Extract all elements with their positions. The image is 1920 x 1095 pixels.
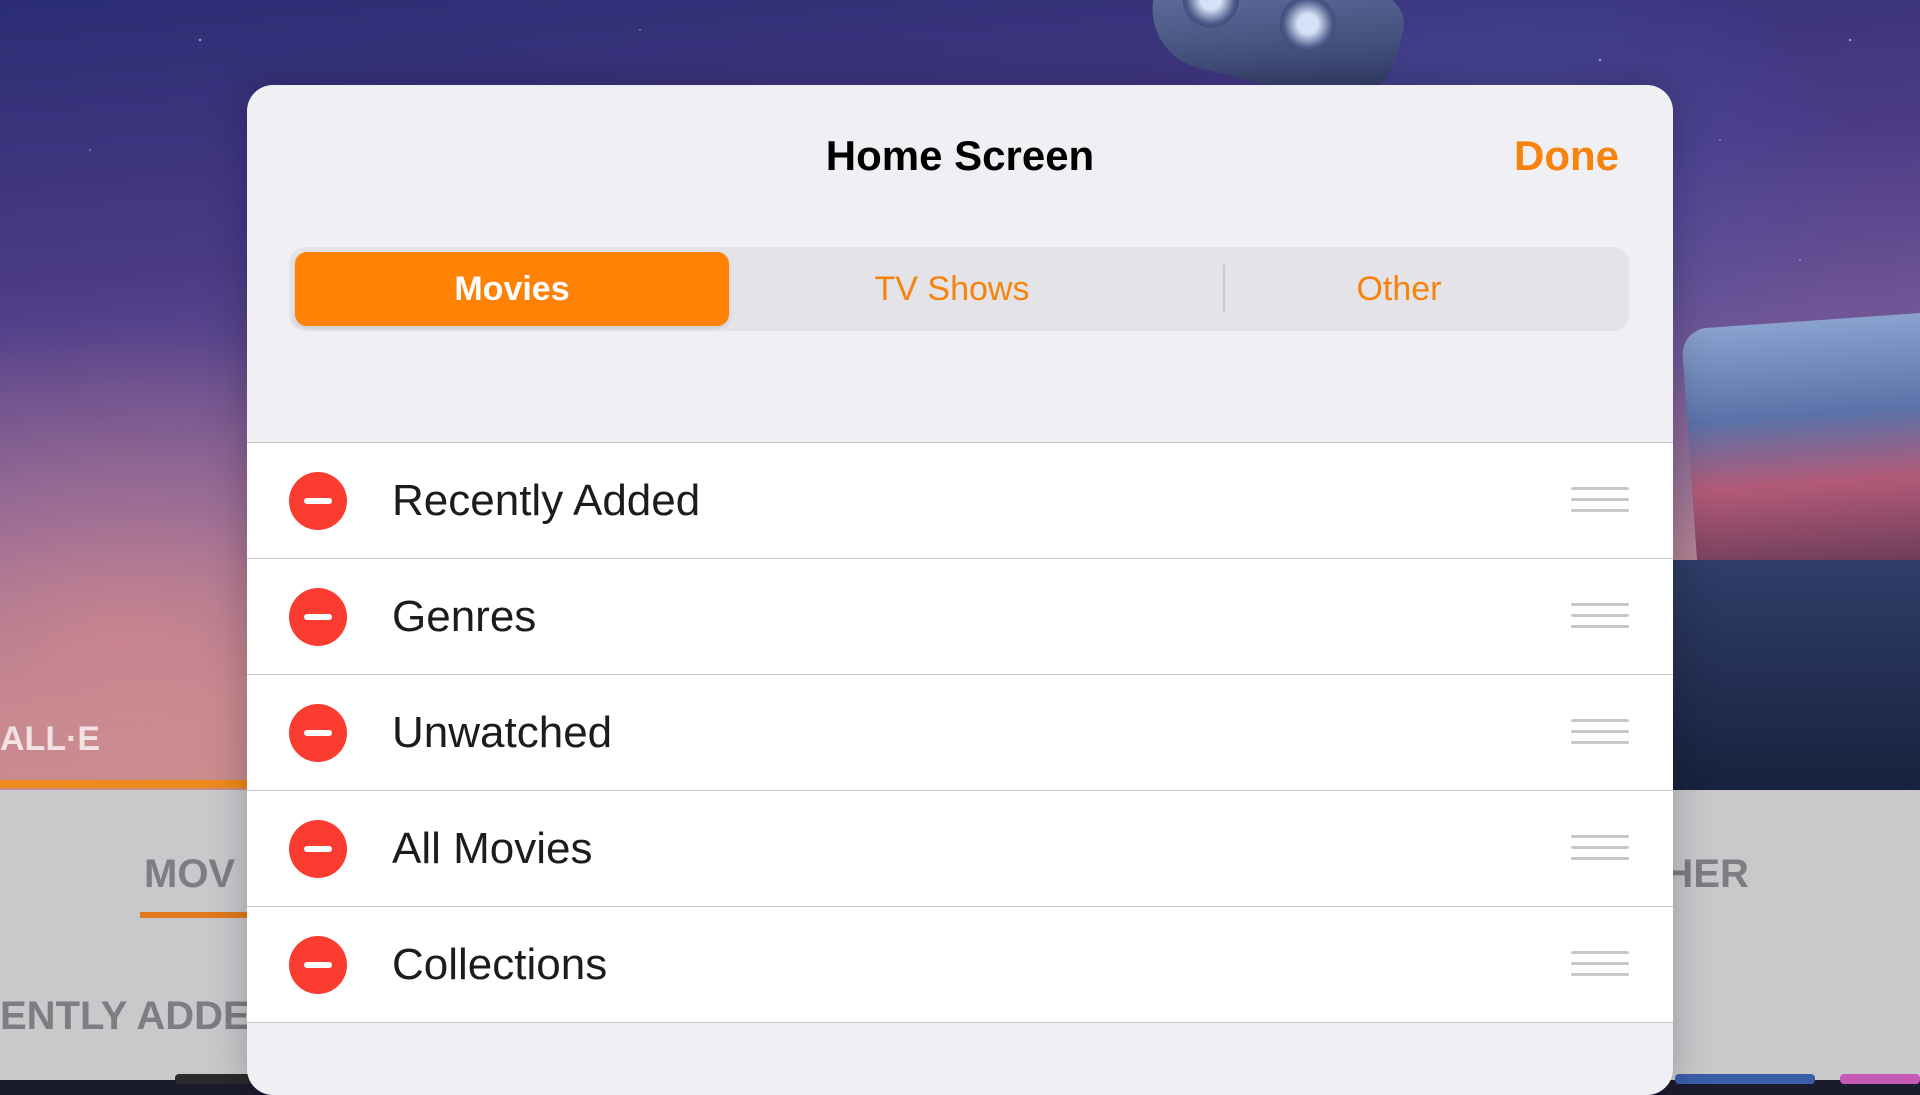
hero-progress-bar <box>0 780 260 788</box>
drag-handle-icon[interactable] <box>1571 485 1629 515</box>
segment-tv-shows[interactable]: TV Shows <box>729 252 1175 326</box>
list-item-unwatched: Unwatched <box>247 675 1673 791</box>
minus-circle-icon[interactable] <box>289 472 347 530</box>
category-segmented-control: Movies TV Shows Other <box>289 247 1629 331</box>
list-item-collections: Collections <box>247 907 1673 1023</box>
robot-body-artwork <box>1680 310 1920 600</box>
background-thumbnail[interactable] <box>1840 1074 1920 1084</box>
sheet-title: Home Screen <box>825 132 1095 179</box>
drag-handle-icon[interactable] <box>1571 833 1629 863</box>
minus-circle-icon[interactable] <box>289 820 347 878</box>
segment-other[interactable]: Other <box>1175 252 1623 326</box>
background-thumbnail[interactable] <box>1675 1074 1815 1084</box>
row-label: Recently Added <box>392 476 701 525</box>
minus-circle-icon[interactable] <box>289 704 347 762</box>
segment-movies[interactable]: Movies <box>295 252 729 326</box>
hero-rocks-artwork <box>1660 560 1920 790</box>
done-button[interactable]: Done <box>1514 132 1619 180</box>
row-label: Genres <box>392 592 537 641</box>
row-label: Collections <box>392 940 608 989</box>
background-tab-movies[interactable]: MOV <box>144 852 235 897</box>
minus-circle-icon[interactable] <box>289 936 347 994</box>
drag-handle-icon[interactable] <box>1571 949 1629 979</box>
row-label: All Movies <box>392 824 593 873</box>
drag-handle-icon[interactable] <box>1571 717 1629 747</box>
home-sections-list: Recently Added Genres Unwatched All Movi… <box>247 442 1673 1023</box>
home-screen-sheet: Home Screen Done Movies TV Shows Other R… <box>247 85 1673 1095</box>
list-item-all-movies: All Movies <box>247 791 1673 907</box>
list-item-recently-added: Recently Added <box>247 443 1673 559</box>
minus-circle-icon[interactable] <box>289 588 347 646</box>
list-item-genres: Genres <box>247 559 1673 675</box>
hero-title: ALL·E <box>0 720 101 758</box>
background-tab-underline <box>140 912 260 918</box>
drag-handle-icon[interactable] <box>1571 601 1629 631</box>
row-label: Unwatched <box>392 708 613 757</box>
background-section-title: ENTLY ADDE <box>0 994 250 1038</box>
